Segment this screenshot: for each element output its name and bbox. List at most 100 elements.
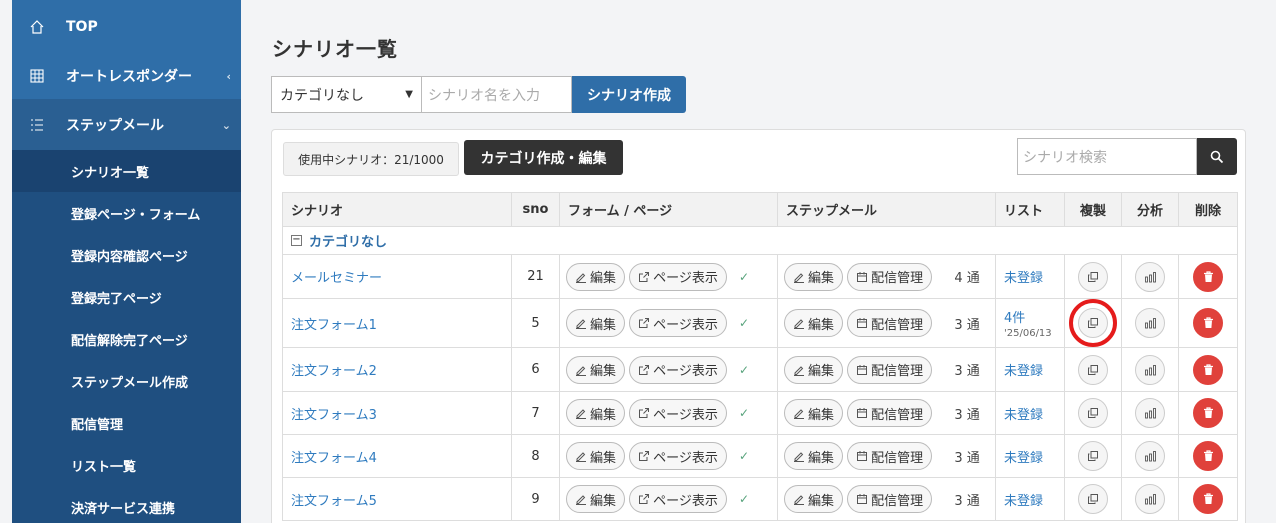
- copy-cell: [1064, 434, 1122, 478]
- page-view-button[interactable]: ページ表示: [629, 309, 727, 337]
- page-view-button[interactable]: ページ表示: [629, 355, 727, 384]
- stepmail-edit-button[interactable]: 編集: [784, 399, 844, 427]
- bar-chart-icon: [1144, 271, 1156, 282]
- sidebar-item-autoresponder[interactable]: オートレスポンダー ‹: [12, 53, 241, 100]
- page-view-button[interactable]: ページ表示: [629, 442, 727, 470]
- sidebar-sub-list[interactable]: リスト一覧: [12, 444, 241, 486]
- analysis-button[interactable]: [1135, 484, 1165, 514]
- col-header-scenario[interactable]: シナリオ: [282, 192, 512, 227]
- delete-button[interactable]: [1193, 354, 1223, 385]
- stepmail-edit-button[interactable]: 編集: [784, 262, 844, 291]
- form-edit-button[interactable]: 編集: [566, 355, 626, 384]
- delivery-manage-button[interactable]: 配信管理: [847, 399, 933, 427]
- copy-button[interactable]: [1078, 398, 1108, 428]
- external-link-icon: [639, 364, 650, 375]
- scenario-name-link[interactable]: 注文フォーム1: [291, 318, 377, 333]
- create-scenario-button[interactable]: シナリオ作成: [572, 76, 686, 113]
- scenario-name-link[interactable]: メールセミナー: [291, 271, 382, 286]
- stepmail-edit-button[interactable]: 編集: [784, 442, 844, 470]
- list-link[interactable]: 未登録: [1004, 408, 1043, 423]
- copy-button[interactable]: [1078, 441, 1108, 471]
- delivery-manage-button[interactable]: 配信管理: [847, 442, 933, 470]
- stepmail-cell: 編集 配信管理 3 通: [777, 298, 996, 348]
- scenario-name-link[interactable]: 注文フォーム2: [291, 364, 377, 379]
- list-link[interactable]: 未登録: [1004, 364, 1043, 379]
- category-row: − カテゴリなし: [282, 226, 1238, 255]
- copy-button[interactable]: [1078, 484, 1108, 514]
- sidebar-item-stepmail[interactable]: ステップメール ⌄: [12, 100, 241, 150]
- analysis-button[interactable]: [1135, 441, 1165, 471]
- sidebar-sub-complete-page[interactable]: 登録完了ページ: [12, 276, 241, 318]
- category-edit-button[interactable]: カテゴリ作成・編集: [464, 140, 623, 175]
- delivery-manage-button[interactable]: 配信管理: [847, 485, 933, 513]
- scenario-name-link[interactable]: 注文フォーム5: [291, 494, 377, 509]
- calendar-icon: [857, 364, 868, 375]
- delete-cell: [1178, 434, 1238, 478]
- stepmail-edit-button[interactable]: 編集: [784, 485, 844, 513]
- calendar-icon: [857, 451, 868, 461]
- analysis-button[interactable]: [1135, 261, 1165, 292]
- delete-button[interactable]: [1193, 308, 1223, 338]
- analysis-cell: [1121, 254, 1179, 299]
- bar-chart-icon: [1144, 408, 1156, 419]
- scenario-table: シナリオ sno フォーム / ページ ステップメール リスト 複製 分析 削除…: [282, 192, 1238, 521]
- delete-button[interactable]: [1193, 484, 1223, 514]
- sidebar-sub-stepmail-create[interactable]: ステップメール作成: [12, 360, 241, 402]
- form-edit-button[interactable]: 編集: [566, 485, 626, 513]
- sidebar-item-top[interactable]: TOP: [12, 0, 241, 53]
- list-cell: 未登録: [995, 391, 1065, 435]
- copy-button[interactable]: [1078, 261, 1108, 292]
- sidebar-sub-delivery[interactable]: 配信管理: [12, 402, 241, 444]
- sidebar-sub-confirm-page[interactable]: 登録内容確認ページ: [12, 234, 241, 276]
- analysis-button[interactable]: [1135, 354, 1165, 385]
- scenario-name-link[interactable]: 注文フォーム4: [291, 451, 377, 466]
- col-header-sno[interactable]: sno: [511, 192, 560, 227]
- analysis-cell: [1121, 434, 1179, 478]
- page-view-label: ページ表示: [653, 364, 718, 379]
- scenario-name-input[interactable]: シナリオ名を入力: [422, 76, 572, 113]
- mail-count: 4 通: [954, 271, 980, 286]
- list-cell: 未登録: [995, 434, 1065, 478]
- pencil-icon: [794, 365, 804, 376]
- copy-button[interactable]: [1069, 299, 1117, 347]
- sidebar-sub-register-page[interactable]: 登録ページ・フォーム: [12, 192, 241, 234]
- delete-button[interactable]: [1193, 261, 1223, 292]
- page-view-button[interactable]: ページ表示: [629, 262, 727, 291]
- delete-button[interactable]: [1193, 441, 1223, 471]
- mail-count: 3 通: [954, 364, 980, 379]
- form-edit-button[interactable]: 編集: [566, 399, 626, 427]
- page-view-button[interactable]: ページ表示: [629, 399, 727, 427]
- sidebar-sub-payment[interactable]: 決済サービス連携: [12, 486, 241, 523]
- pencil-icon: [794, 409, 804, 419]
- search-button[interactable]: [1197, 138, 1237, 175]
- scenario-name-link[interactable]: 注文フォーム3: [291, 408, 377, 423]
- delivery-manage-button[interactable]: 配信管理: [847, 355, 933, 384]
- copy-button[interactable]: [1078, 354, 1108, 385]
- page-view-label: ページ表示: [653, 271, 718, 286]
- category-toggle[interactable]: − カテゴリなし: [291, 231, 387, 250]
- stepmail-cell: 編集 配信管理 3 通: [777, 347, 996, 392]
- delivery-manage-button[interactable]: 配信管理: [847, 309, 933, 337]
- analysis-button[interactable]: [1135, 308, 1165, 338]
- stepmail-edit-button[interactable]: 編集: [784, 355, 844, 384]
- form-edit-button[interactable]: 編集: [566, 309, 626, 337]
- category-select[interactable]: カテゴリなし ▼: [271, 76, 422, 113]
- list-link[interactable]: 未登録: [1004, 451, 1043, 466]
- pencil-icon: [794, 272, 804, 283]
- grid-icon: [28, 67, 46, 85]
- page-view-button[interactable]: ページ表示: [629, 485, 727, 513]
- stepmail-edit-button[interactable]: 編集: [784, 309, 844, 337]
- page-title: シナリオ一覧: [272, 37, 398, 61]
- sidebar-sub-scenario-list[interactable]: シナリオ一覧: [12, 150, 241, 192]
- copy-cell: [1064, 347, 1122, 392]
- sidebar-sub-unsubscribe-page[interactable]: 配信解除完了ページ: [12, 318, 241, 360]
- list-link[interactable]: 4件: [1004, 311, 1025, 326]
- form-edit-button[interactable]: 編集: [566, 262, 626, 291]
- delivery-manage-button[interactable]: 配信管理: [847, 262, 933, 291]
- delete-button[interactable]: [1193, 398, 1223, 428]
- search-input[interactable]: シナリオ検索: [1017, 138, 1197, 175]
- form-edit-button[interactable]: 編集: [566, 442, 626, 470]
- analysis-button[interactable]: [1135, 398, 1165, 428]
- list-link[interactable]: 未登録: [1004, 271, 1043, 286]
- list-link[interactable]: 未登録: [1004, 494, 1043, 509]
